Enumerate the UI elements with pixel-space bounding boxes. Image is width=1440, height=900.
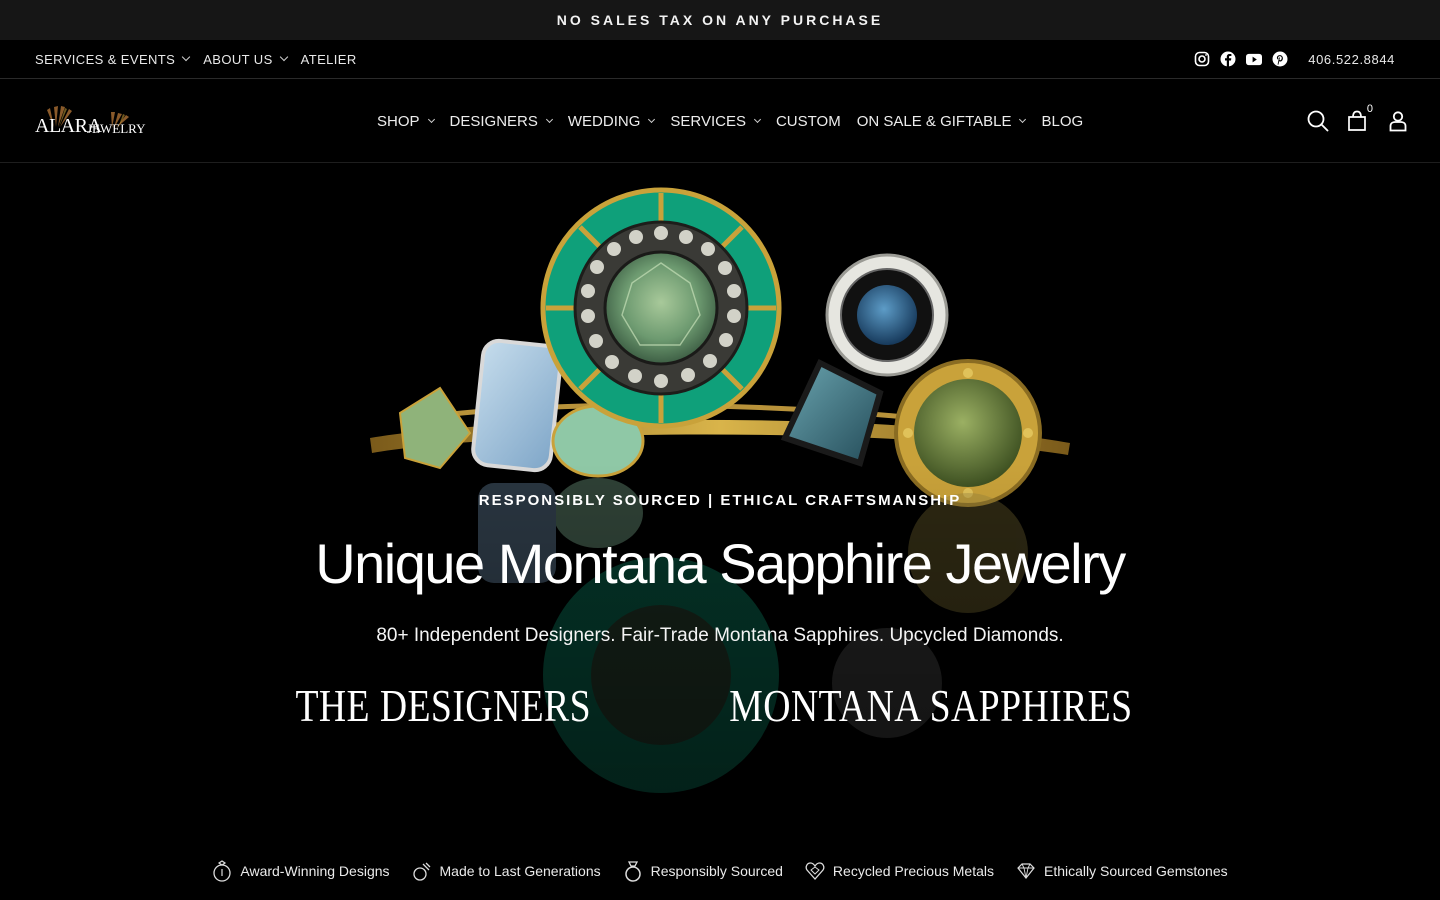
site-logo[interactable]: ALARA JEWELRY (34, 101, 146, 143)
utility-bar: SERVICES & EVENTS ABOUT US ATELIER 406.5… (0, 40, 1440, 79)
hero-section: RESPONSIBLY SOURCED | ETHICAL CRAFTSMANS… (0, 163, 1440, 823)
nav-item-custom[interactable]: CUSTOM (776, 113, 841, 130)
nav-item-services[interactable]: SERVICES (670, 112, 762, 130)
feature-strip: Award-Winning Designs Made to Last Gener… (0, 823, 1440, 900)
award-ring-icon (212, 859, 232, 882)
nav-item-label: ON SALE & GIFTABLE (856, 112, 1012, 130)
feature-ethical-gemstones: Ethically Sourced Gemstones (1016, 860, 1228, 882)
main-navigation: ALARA JEWELRY SHOP DESIGNERS WEDDING SER… (0, 79, 1440, 163)
cart-icon[interactable]: 0 (1346, 103, 1373, 133)
nav-item-label: SERVICES (670, 112, 746, 130)
hammer-ring-icon (412, 860, 432, 882)
pinterest-icon[interactable] (1272, 51, 1288, 67)
chevron-down-icon (1019, 115, 1027, 124)
feature-award-winning: Award-Winning Designs (212, 859, 390, 882)
chevron-down-icon (753, 115, 762, 124)
feature-recycled-metals: Recycled Precious Metals (805, 860, 994, 882)
logo-wordmark-sub: JEWELRY (87, 121, 146, 136)
hero-links: THE DESIGNERS MONTANA SAPPHIRES (0, 679, 1440, 732)
primary-menu: SHOP DESIGNERS WEDDING SERVICES CUSTOM O… (377, 79, 1083, 163)
utility-links: SERVICES & EVENTS ABOUT US ATELIER (35, 40, 357, 78)
account-icon[interactable] (1386, 109, 1410, 133)
solitaire-ring-icon (623, 860, 643, 882)
nav-item-on-sale-giftable[interactable]: ON SALE & GIFTABLE (856, 112, 1027, 130)
recycled-heart-icon (805, 860, 825, 882)
feature-made-to-last: Made to Last Generations (412, 860, 601, 882)
nav-item-wedding[interactable]: WEDDING (567, 112, 656, 130)
hero-eyebrow: RESPONSIBLY SOURCED | ETHICAL CRAFTSMANS… (478, 492, 962, 509)
feature-label: Responsibly Sourced (650, 862, 783, 879)
chevron-down-icon (648, 115, 656, 124)
utility-social: 406.522.8844 (1194, 40, 1395, 78)
diamond-icon (1016, 860, 1036, 882)
feature-label: Award-Winning Designs (240, 862, 390, 879)
instagram-icon[interactable] (1194, 51, 1210, 67)
nav-item-label: CUSTOM (775, 112, 841, 130)
utility-link-label: ATELIER (300, 51, 357, 67)
nav-item-shop[interactable]: SHOP (377, 112, 435, 130)
search-icon[interactable] (1306, 109, 1330, 133)
nav-item-label: BLOG (1041, 112, 1084, 130)
utility-atelier-link[interactable]: ATELIER (301, 52, 357, 67)
utility-link-label: ABOUT US (203, 51, 273, 67)
nav-item-designers[interactable]: DESIGNERS (449, 112, 553, 130)
utility-link-label: SERVICES & EVENTS (35, 51, 176, 67)
nav-item-label: DESIGNERS (449, 112, 538, 130)
phone-number-link[interactable]: 406.522.8844 (1308, 52, 1395, 67)
cart-count: 0 (1366, 103, 1373, 115)
nav-item-label: SHOP (377, 112, 420, 130)
header-actions: 0 (1306, 103, 1410, 133)
hero-content: RESPONSIBLY SOURCED | ETHICAL CRAFTSMANS… (0, 163, 1440, 823)
facebook-icon[interactable] (1220, 51, 1236, 67)
feature-label: Made to Last Generations (439, 862, 601, 879)
feature-label: Recycled Precious Metals (832, 862, 994, 879)
youtube-icon[interactable] (1246, 51, 1263, 67)
chevron-down-icon (181, 52, 191, 62)
the-designers-link[interactable]: THE DESIGNERS (295, 679, 591, 732)
utility-services-events-link[interactable]: SERVICES & EVENTS (35, 51, 191, 67)
nav-item-label: WEDDING (567, 112, 641, 130)
feature-responsibly-sourced: Responsibly Sourced (623, 860, 783, 882)
hero-subheadline: 80+ Independent Designers. Fair-Trade Mo… (376, 625, 1064, 646)
hero-headline: Unique Montana Sapphire Jewelry (315, 532, 1126, 595)
nav-item-blog[interactable]: BLOG (1041, 113, 1083, 130)
chevron-down-icon (545, 115, 553, 124)
announcement-bar: NO SALES TAX ON ANY PURCHASE (0, 0, 1440, 40)
feature-label: Ethically Sourced Gemstones (1043, 862, 1228, 879)
chevron-down-icon (427, 115, 435, 124)
utility-about-us-link[interactable]: ABOUT US (203, 51, 288, 67)
chevron-down-icon (279, 52, 288, 62)
announcement-text: NO SALES TAX ON ANY PURCHASE (556, 12, 884, 28)
montana-sapphires-link[interactable]: MONTANA SAPPHIRES (730, 679, 1133, 732)
